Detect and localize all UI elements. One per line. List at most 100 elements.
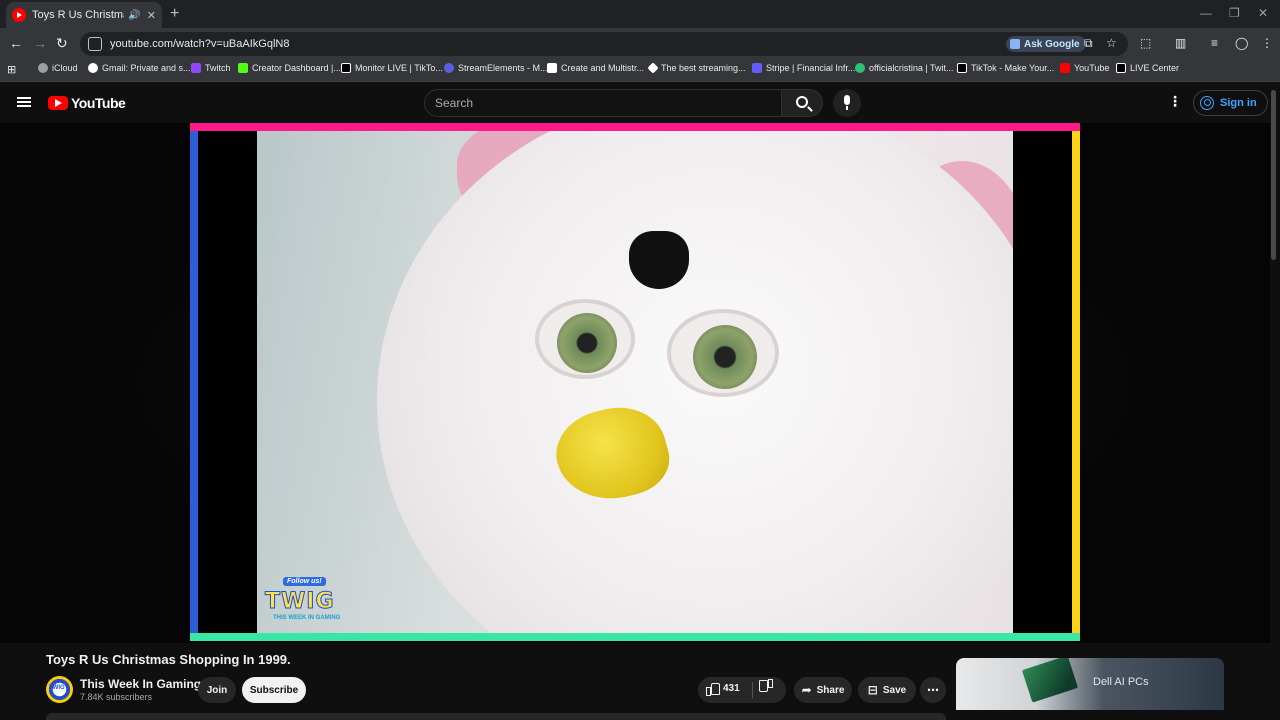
bookmark-label: TikTok - Make Your...: [971, 63, 1055, 73]
like-divider: [752, 682, 753, 698]
youtube-icon: [1060, 63, 1070, 73]
account-icon: [1200, 96, 1214, 110]
settings-menu-icon[interactable]: ⋮: [1168, 93, 1182, 110]
save-label: Save: [882, 684, 907, 696]
channel-name[interactable]: This Week In Gaming: [80, 677, 201, 691]
frame-border-left: [190, 131, 198, 633]
bookmark-creator-dashboard[interactable]: Creator Dashboard |...: [238, 63, 341, 73]
more-actions-button[interactable]: ⋯: [920, 677, 946, 703]
bookmark-streaming[interactable]: The best streaming...: [647, 62, 746, 74]
follow-badge: Follow us!: [283, 577, 326, 586]
back-icon[interactable]: ←: [9, 35, 23, 51]
share-button[interactable]: ➦ Share: [794, 677, 852, 703]
sidebar-ad[interactable]: Dell AI PCs: [956, 658, 1224, 720]
bookmark-label: officialcristina | Twit...: [869, 63, 954, 73]
furby-tuft: [629, 231, 689, 289]
video-player[interactable]: Follow us! TWIG THIS WEEK IN GAMING: [0, 123, 1270, 643]
bookmark-restream[interactable]: Create and Multistr...: [547, 63, 644, 73]
join-button[interactable]: Join: [198, 677, 236, 703]
youtube-favicon-icon: [12, 8, 26, 22]
tiktok-icon: [1116, 63, 1126, 73]
menu-icon[interactable]: [17, 97, 31, 107]
site-info-icon[interactable]: [88, 37, 102, 51]
close-window-icon[interactable]: ✕: [1258, 6, 1268, 20]
browser-tab[interactable]: Toys R Us Christmas Shopp 🔊 ✕: [6, 2, 162, 28]
video-content: Follow us! TWIG THIS WEEK IN GAMING: [257, 131, 1013, 633]
bookmark-icloud[interactable]: iCloud: [38, 63, 78, 73]
new-tab-icon[interactable]: +: [170, 5, 179, 23]
tab-title: Toys R Us Christmas Shopp: [32, 9, 124, 21]
ad-label: Dell AI PCs: [1093, 676, 1149, 688]
bookmark-live-center[interactable]: LIVE Center: [1116, 63, 1179, 73]
browser-tab-bar: Toys R Us Christmas Shopp 🔊 ✕ + — ❐ ✕: [0, 0, 1280, 28]
like-dislike-group: 431: [698, 677, 786, 703]
side-panel-icon[interactable]: ▥: [1175, 36, 1186, 50]
voice-search-button[interactable]: [833, 89, 861, 117]
audio-playing-icon[interactable]: 🔊: [128, 10, 140, 21]
profile-icon[interactable]: ◯: [1235, 36, 1248, 50]
ad-footer: [956, 710, 1224, 720]
bookmark-star-icon[interactable]: ☆: [1106, 36, 1117, 50]
minimize-icon[interactable]: —: [1200, 6, 1212, 20]
install-app-icon[interactable]: ⧉: [1084, 36, 1093, 51]
sign-in-button[interactable]: Sign in: [1193, 90, 1268, 116]
bookmark-tiktok-monitor[interactable]: Monitor LIVE | TikTo...: [341, 63, 443, 73]
like-count: 431: [723, 682, 740, 694]
like-button[interactable]: 431: [706, 682, 740, 696]
bookmark-youtube[interactable]: YouTube: [1060, 63, 1109, 73]
subscribe-button[interactable]: Subscribe: [242, 677, 306, 703]
bookmark-streamelements[interactable]: StreamElements - M...: [444, 63, 548, 73]
furby-eye-left: [535, 299, 635, 379]
address-bar[interactable]: youtube.com/watch?v=uBaAIkGqlN8: [80, 32, 1128, 56]
tiktok-icon: [341, 63, 351, 73]
dislike-button[interactable]: [760, 681, 773, 696]
channel-avatar-icon: [855, 63, 865, 73]
twig-subtitle: THIS WEEK IN GAMING: [273, 615, 341, 621]
save-button[interactable]: ⊟ Save: [858, 677, 916, 703]
more-horizontal-icon: ⋯: [927, 683, 939, 697]
subscriber-count: 7.84K subscribers: [80, 692, 153, 702]
share-icon: ➦: [801, 683, 812, 697]
bookmark-label: Stripe | Financial Infr...: [766, 63, 856, 73]
restream-icon: [547, 63, 557, 73]
channel-avatar[interactable]: TWIG: [46, 676, 73, 703]
bookmark-gmail[interactable]: Gmail: Private and s...: [88, 63, 191, 73]
extensions-icon[interactable]: ⬚: [1140, 36, 1151, 50]
url-text[interactable]: youtube.com/watch?v=uBaAIkGqlN8: [110, 38, 289, 50]
bookmark-label: StreamElements - M...: [458, 63, 548, 73]
restore-icon[interactable]: ❐: [1229, 6, 1240, 20]
forward-icon[interactable]: →: [33, 35, 47, 51]
search-box[interactable]: [424, 89, 782, 117]
furby-eye-right: [667, 309, 779, 397]
bookmark-stripe[interactable]: Stripe | Financial Infr...: [752, 63, 855, 73]
ask-google-label: Ask Google: [1024, 38, 1080, 50]
bookmarks-bar: ⊞ iCloud Gmail: Private and s... Twitch …: [0, 58, 1280, 82]
close-tab-icon[interactable]: ✕: [147, 9, 156, 22]
bookmark-tiktok[interactable]: TikTok - Make Your...: [957, 63, 1054, 73]
twig-logo-text: TWIG: [265, 589, 335, 615]
ask-google-button[interactable]: Ask Google: [1006, 36, 1086, 52]
media-controls-icon[interactable]: ≡: [1211, 36, 1218, 50]
description-box[interactable]: [46, 713, 946, 720]
browser-menu-icon[interactable]: ⋮: [1261, 36, 1273, 50]
frame-border-right: [1072, 131, 1080, 633]
bookmark-twitch-channel[interactable]: officialcristina | Twit...: [855, 63, 954, 73]
bookmark-label: YouTube: [1074, 63, 1110, 73]
kick-icon: [238, 63, 248, 73]
stripe-icon: [752, 63, 762, 73]
share-label: Share: [816, 684, 845, 696]
youtube-play-icon: [48, 96, 68, 110]
search-button[interactable]: [781, 89, 823, 117]
thumbs-down-icon: [760, 681, 773, 693]
bookmark-twitch[interactable]: Twitch: [191, 63, 231, 73]
bookmark-label: The best streaming...: [661, 63, 746, 73]
youtube-header: YouTube ⋮ Sign in: [0, 83, 1280, 123]
apps-grid-icon[interactable]: ⊞: [7, 63, 16, 76]
video-frame: Follow us! TWIG THIS WEEK IN GAMING: [190, 123, 1080, 641]
bookmark-label: LIVE Center: [1130, 63, 1180, 73]
page-scrollbar[interactable]: [1271, 90, 1276, 260]
reload-icon[interactable]: ↻: [56, 35, 68, 52]
search-input[interactable]: [435, 96, 765, 110]
youtube-logo[interactable]: YouTube: [48, 95, 126, 111]
bookmark-label: Gmail: Private and s...: [102, 63, 191, 73]
